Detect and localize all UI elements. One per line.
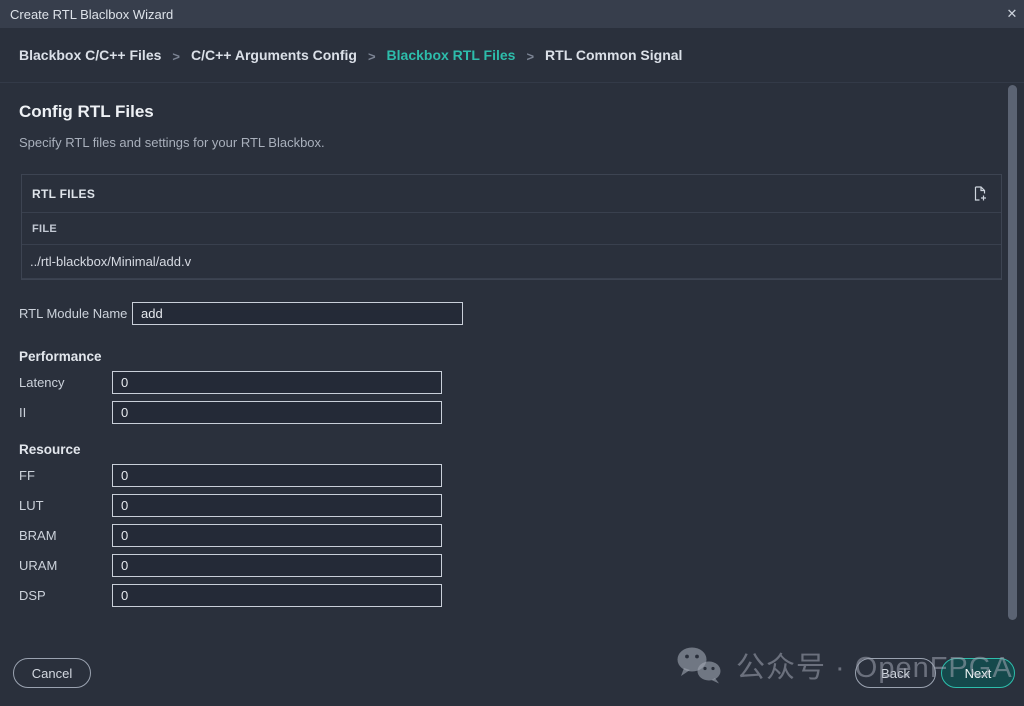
- file-column-header: FILE: [22, 212, 1001, 245]
- rtl-files-title: RTL FILES: [32, 187, 95, 201]
- resource-title: Resource: [19, 442, 1024, 457]
- chevron-right-icon: >: [526, 49, 534, 64]
- rtl-files-panel-header: RTL FILES: [22, 175, 1001, 212]
- lut-label: LUT: [19, 498, 112, 513]
- ff-row: FF: [19, 464, 1024, 487]
- rtl-module-name-input[interactable]: [132, 302, 463, 325]
- latency-label: Latency: [19, 375, 112, 390]
- breadcrumb-item-blackbox-rtl-files[interactable]: Blackbox RTL Files: [387, 47, 516, 63]
- lut-input[interactable]: [112, 494, 442, 517]
- breadcrumb-item-cc-arguments-config[interactable]: C/C++ Arguments Config: [191, 47, 357, 63]
- dsp-input[interactable]: [112, 584, 442, 607]
- performance-title: Performance: [19, 349, 1024, 364]
- wizard-content: Config RTL Files Specify RTL files and s…: [0, 84, 1024, 640]
- wizard-footer: Cancel Back Next: [0, 640, 1024, 706]
- rtl-module-name-label: RTL Module Name: [19, 306, 132, 321]
- bram-input[interactable]: [112, 524, 442, 547]
- bram-row: BRAM: [19, 524, 1024, 547]
- table-row-rtl-file[interactable]: ../rtl-blackbox/Minimal/add.v: [22, 245, 1001, 279]
- chevron-right-icon: >: [368, 49, 376, 64]
- add-file-button[interactable]: [970, 185, 988, 203]
- latency-row: Latency: [19, 371, 1024, 394]
- wizard-dialog: Create RTL Blaclbox Wizard ✕ Blackbox C/…: [0, 0, 1024, 706]
- uram-input[interactable]: [112, 554, 442, 577]
- ii-input[interactable]: [112, 401, 442, 424]
- ii-label: II: [19, 405, 112, 420]
- bram-label: BRAM: [19, 528, 112, 543]
- page-title: Config RTL Files: [19, 102, 1024, 122]
- rtl-files-panel: RTL FILES FILE ../rtl-blackbox/Minimal/a…: [21, 174, 1002, 280]
- performance-section: Performance Latency II: [19, 349, 1024, 424]
- resource-section: Resource FF LUT BRAM URAM DSP: [19, 442, 1024, 607]
- page-subtitle: Specify RTL files and settings for your …: [19, 135, 1024, 150]
- chevron-right-icon: >: [172, 49, 180, 64]
- title-bar: Create RTL Blaclbox Wizard ✕: [0, 0, 1024, 28]
- ff-input[interactable]: [112, 464, 442, 487]
- window-title: Create RTL Blaclbox Wizard: [10, 7, 173, 22]
- close-icon[interactable]: ✕: [1000, 0, 1024, 28]
- dsp-row: DSP: [19, 584, 1024, 607]
- cancel-button[interactable]: Cancel: [13, 658, 91, 688]
- latency-input[interactable]: [112, 371, 442, 394]
- uram-row: URAM: [19, 554, 1024, 577]
- next-button[interactable]: Next: [941, 658, 1015, 688]
- breadcrumb-item-rtl-common-signal[interactable]: RTL Common Signal: [545, 47, 682, 63]
- module-name-row: RTL Module Name: [19, 302, 1024, 325]
- breadcrumb-item-blackbox-cc-files[interactable]: Blackbox C/C++ Files: [19, 47, 161, 63]
- file-plus-icon: [971, 185, 988, 202]
- dsp-label: DSP: [19, 588, 112, 603]
- back-button[interactable]: Back: [855, 658, 936, 688]
- ff-label: FF: [19, 468, 112, 483]
- lut-row: LUT: [19, 494, 1024, 517]
- vertical-scrollbar-thumb[interactable]: [1008, 85, 1017, 620]
- uram-label: URAM: [19, 558, 112, 573]
- breadcrumb: Blackbox C/C++ Files > C/C++ Arguments C…: [0, 28, 1024, 83]
- ii-row: II: [19, 401, 1024, 424]
